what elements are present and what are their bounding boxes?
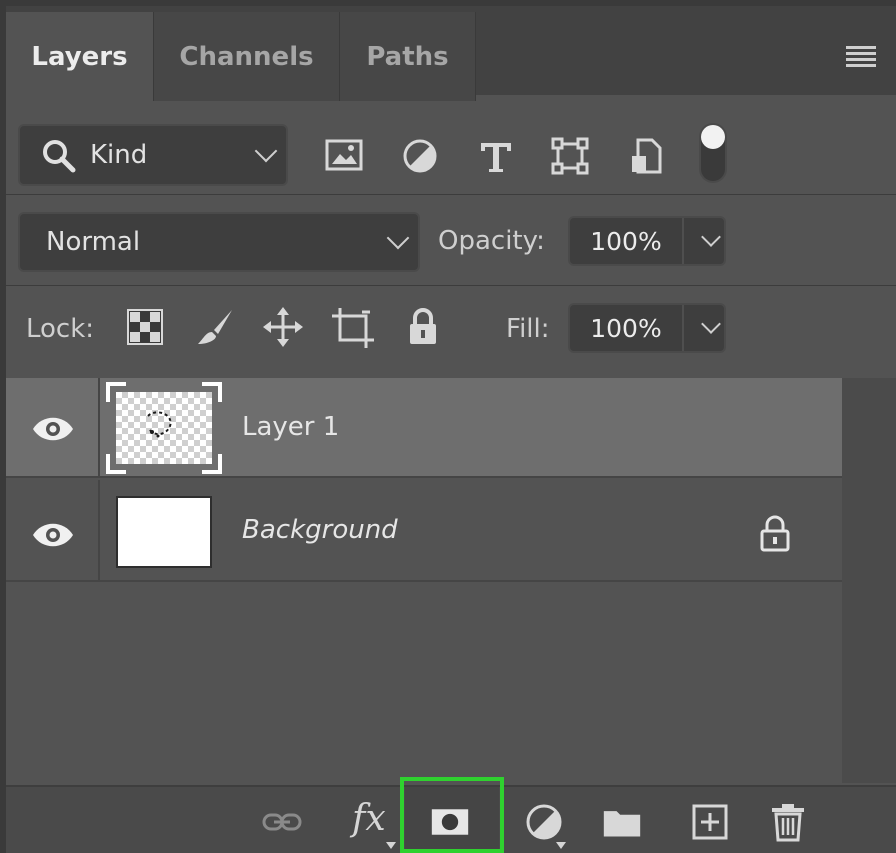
thumbnail-selection-bracket — [106, 454, 126, 474]
fill-value[interactable]: 100% — [570, 314, 682, 343]
visibility-cell[interactable] — [6, 480, 100, 580]
lock-all-icon[interactable] — [402, 306, 444, 348]
selection-marquee-icon — [147, 411, 172, 438]
layer-row-layer-1[interactable]: Layer 1 — [6, 378, 842, 478]
fill-label: Fill: — [506, 314, 550, 344]
layers-scrollbar[interactable] — [842, 378, 896, 783]
chevron-down-icon — [386, 226, 410, 250]
filter-toggle-switch[interactable] — [698, 122, 728, 184]
opacity-field[interactable]: 100% — [568, 216, 726, 266]
tab-paths[interactable]: Paths — [340, 12, 476, 101]
panel-menu-icon[interactable] — [846, 46, 876, 68]
folder-icon[interactable] — [602, 802, 642, 842]
eye-icon[interactable] — [32, 416, 74, 442]
background-thumbnail[interactable] — [116, 496, 212, 568]
lock-artboard-icon[interactable] — [332, 306, 374, 348]
filter-kind-dropdown[interactable]: Kind — [18, 124, 288, 186]
adjustment-layer-icon[interactable] — [524, 802, 564, 842]
visibility-cell[interactable] — [6, 378, 100, 476]
eye-icon[interactable] — [32, 522, 74, 548]
type-filter-icon[interactable] — [476, 136, 516, 176]
tab-layers[interactable]: Layers — [6, 12, 154, 101]
lock-transparent-pixels-icon[interactable] — [124, 306, 166, 348]
chevron-down-icon — [254, 139, 278, 163]
blend-mode-value: Normal — [46, 227, 141, 257]
layer-row-background[interactable]: Background — [6, 480, 842, 582]
opacity-label: Opacity: — [438, 226, 545, 256]
filter-kind-label: Kind — [90, 140, 148, 170]
lock-image-pixels-brush-icon[interactable] — [194, 306, 236, 348]
thumbnail-selection-bracket — [106, 382, 126, 402]
fx-dropdown-triangle-icon — [386, 842, 396, 849]
add-mask-highlight-box — [400, 777, 504, 853]
thumbnail-selection-bracket — [202, 454, 222, 474]
layers-list: Layer 1 Background — [6, 378, 842, 783]
shape-filter-icon[interactable] — [550, 136, 590, 176]
layers-panel: Layers Channels Paths Kind Normal Opacit… — [6, 0, 896, 853]
opacity-divider — [682, 218, 684, 264]
lock-position-move-icon[interactable] — [262, 306, 304, 348]
tab-channels[interactable]: Channels — [154, 12, 340, 101]
opacity-dropdown-arrow-icon[interactable] — [701, 227, 721, 247]
fill-divider — [682, 305, 684, 351]
lock-icon[interactable] — [758, 514, 792, 552]
pixel-filter-icon[interactable] — [324, 136, 364, 176]
adjustment-filter-icon[interactable] — [400, 136, 440, 176]
layer-name[interactable]: Background — [242, 480, 398, 580]
layer-name[interactable]: Layer 1 — [242, 378, 339, 476]
search-icon — [43, 140, 76, 173]
fx-icon[interactable]: fx — [352, 798, 386, 839]
trash-icon[interactable] — [768, 802, 808, 842]
adjustment-dropdown-triangle-icon — [556, 842, 566, 849]
opacity-value[interactable]: 100% — [570, 227, 682, 256]
fill-dropdown-arrow-icon[interactable] — [701, 314, 721, 334]
layer-1-thumbnail[interactable] — [116, 392, 212, 464]
thumbnail-selection-bracket — [202, 382, 222, 402]
panel-tab-strip: Layers Channels Paths — [6, 0, 896, 101]
link-icon[interactable] — [262, 802, 302, 842]
blend-mode-dropdown[interactable]: Normal — [18, 212, 420, 272]
fill-field[interactable]: 100% — [568, 303, 726, 353]
lock-label: Lock: — [26, 314, 95, 344]
smart-object-filter-icon[interactable] — [626, 136, 666, 176]
new-layer-icon[interactable] — [690, 802, 730, 842]
